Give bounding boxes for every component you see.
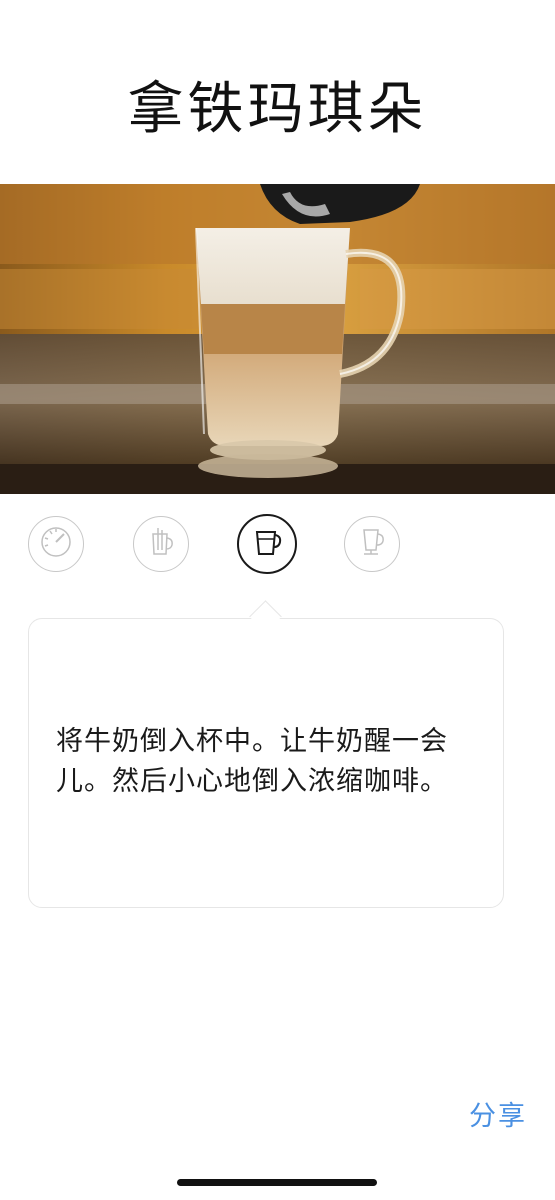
- recipe-screen: 拿铁玛琪朵 将牛奶倒入杯中。让牛奶醒一会儿。然后小心地倒入浓缩咖啡。 分享: [0, 0, 555, 1200]
- step-button-milk-pitcher[interactable]: [237, 514, 297, 574]
- instruction-card: 将牛奶倒入杯中。让牛奶醒一会儿。然后小心地倒入浓缩咖啡。: [28, 600, 506, 910]
- step-button-gauge[interactable]: [28, 516, 84, 572]
- share-button[interactable]: 分享: [469, 1094, 527, 1133]
- step-button-milk-jug[interactable]: [133, 516, 189, 572]
- hero-image: [0, 184, 555, 494]
- home-indicator[interactable]: [177, 1179, 377, 1186]
- milk-jug-icon: [143, 524, 179, 564]
- gauge-icon: [38, 524, 74, 564]
- page-title: 拿铁玛琪朵: [127, 77, 428, 142]
- instruction-text: 将牛奶倒入杯中。让牛奶醒一会儿。然后小心地倒入浓缩咖啡。: [56, 726, 448, 797]
- latte-photo: [0, 184, 555, 494]
- step-selector: [0, 514, 555, 578]
- latte-glass-icon: [354, 524, 390, 564]
- milk-pitcher-icon: [249, 524, 285, 564]
- step-button-latte-glass[interactable]: [344, 516, 400, 572]
